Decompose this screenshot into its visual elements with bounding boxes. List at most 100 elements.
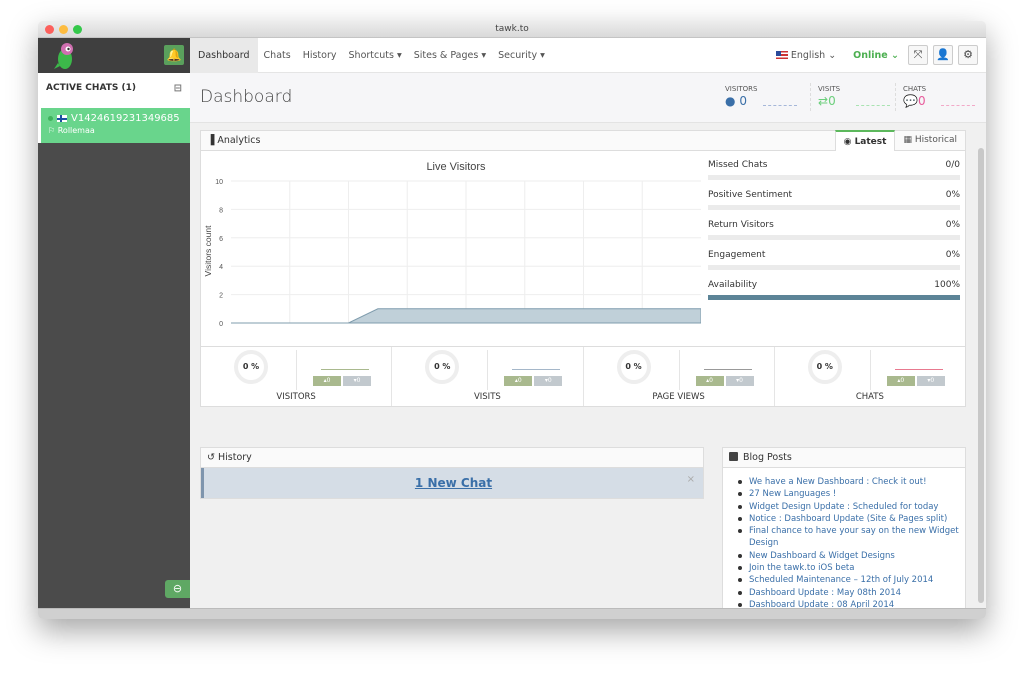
minimize-window-button[interactable]: [59, 25, 68, 34]
tab-label: Historical: [914, 135, 957, 145]
y-tick-label: 2: [219, 293, 223, 300]
metrics-list: Missed Chats 0/0 Positive Sentiment 0% R…: [708, 151, 960, 301]
scrollbar[interactable]: [978, 148, 984, 603]
percent-ring: 0 %: [234, 350, 268, 384]
y-tick-label: 8: [219, 207, 223, 214]
zoom-window-button[interactable]: [73, 25, 82, 34]
percent-ring: 0 %: [807, 350, 842, 384]
blog-post-link[interactable]: Dashboard Update : May 08th 2014: [738, 587, 965, 599]
blog-post-link[interactable]: New Dashboard & Widget Designs: [738, 550, 965, 562]
metric-value: 0/0: [945, 160, 960, 170]
language-dropdown[interactable]: English ⌄: [775, 50, 836, 61]
nav-sites-pages[interactable]: Sites & Pages ▾: [408, 38, 492, 73]
blog-post-link[interactable]: Scheduled Maintenance – 12th of July 201…: [738, 574, 965, 586]
main-area: Dashboard Chats History Shortcuts ▾ Site…: [190, 37, 986, 619]
settings-button[interactable]: ⚙: [958, 45, 978, 65]
metric-item: Positive Sentiment 0%: [708, 181, 960, 211]
decrease-badge: ▾0: [534, 376, 563, 386]
decrease-badge: ▾0: [916, 376, 945, 386]
nav-history[interactable]: History: [297, 38, 343, 73]
dashboard-icon: ◉: [843, 137, 852, 147]
summary-cell: 0 % ▴0 ▾0 VISITS: [392, 347, 584, 406]
blog-post-link[interactable]: Final chance to have your say on the new…: [738, 525, 965, 550]
user-icon: 👤: [936, 48, 950, 61]
metric-progress-bar: [708, 295, 960, 300]
active-chats-header: ACTIVE CHATS (1) ⊟: [38, 73, 190, 108]
metric-value: 100%: [934, 280, 960, 290]
stat-label: VISITORS: [725, 85, 758, 93]
chat-location: Rollemaa: [57, 126, 95, 135]
live-visitors-chart: Live Visitors Visitors count 0 2 4 6 8 10: [203, 161, 701, 328]
blog-post-link[interactable]: We have a New Dashboard : Check it out!: [738, 476, 965, 488]
metric-value: 0%: [945, 190, 960, 200]
active-chats-label: ACTIVE CHATS (1): [46, 83, 136, 93]
blog-post-link[interactable]: 27 New Languages !: [738, 488, 965, 500]
sidebar: 🔔 ACTIVE CHATS (1) ⊟ V1424619231349685 ⚐…: [38, 38, 190, 608]
page-title: Dashboard: [200, 87, 293, 107]
percent-ring: 0 %: [616, 350, 651, 384]
tab-historical[interactable]: ▦ Historical: [895, 130, 965, 151]
blog-post-link[interactable]: Widget Design Update : Scheduled for tod…: [738, 501, 965, 513]
collapse-sidebar-button[interactable]: ⊖: [165, 580, 190, 598]
gear-icon: ⚙: [963, 48, 973, 61]
summary-label: VISITS: [473, 392, 501, 402]
metric-name: Availability: [708, 280, 758, 290]
y-tick-label: 0: [219, 321, 223, 328]
blog-post-link[interactable]: Notice : Dashboard Update (Site & Pages …: [738, 513, 965, 525]
y-tick-label: 10: [215, 179, 223, 186]
comments-icon: 💬: [903, 94, 918, 108]
summary-label: VISITORS: [276, 392, 316, 402]
new-chat-link[interactable]: 1 New Chat: [415, 476, 492, 490]
notifications-bell-button[interactable]: 🔔: [164, 45, 184, 65]
sparkline: [941, 105, 975, 106]
summary-cell: 0 % ▴0 ▾0 PAGE VIEWS: [584, 347, 775, 406]
summary-cell: 0 % ▴0 ▾0 VISITORS: [201, 347, 393, 406]
metric-progress-fill: [708, 295, 960, 300]
metric-item: Engagement 0%: [708, 241, 960, 271]
stat-visits: VISITS ⇄0: [818, 85, 898, 108]
close-window-button[interactable]: [45, 25, 54, 34]
blog-post-link[interactable]: Join the tawk.to iOS beta: [738, 562, 965, 574]
nav-chats[interactable]: Chats: [258, 38, 297, 73]
tawk-logo-icon[interactable]: [50, 41, 80, 71]
chart-title: Live Visitors: [426, 161, 486, 173]
top-nav: Dashboard Chats History Shortcuts ▾ Site…: [190, 37, 986, 73]
tab-label: Latest: [854, 137, 887, 147]
online-dot-icon: [48, 116, 53, 121]
increase-badge: ▴0: [313, 376, 341, 386]
history-title: History: [218, 452, 252, 463]
fullscreen-button[interactable]: ⤧: [908, 45, 928, 65]
metric-value: 0%: [945, 250, 960, 260]
bottom-bar: [38, 608, 986, 619]
nav-shortcuts[interactable]: Shortcuts ▾: [343, 38, 408, 73]
status-dropdown[interactable]: Online ⌄: [853, 50, 899, 61]
chat-list-item[interactable]: V1424619231349685 ⚐ Rollemaa: [38, 108, 190, 143]
rss-icon: [729, 452, 738, 461]
nav-security[interactable]: Security ▾: [492, 38, 551, 73]
stat-value: 0: [917, 94, 926, 108]
metric-name: Return Visitors: [708, 220, 774, 230]
analytics-title: Analytics: [217, 135, 261, 146]
blog-posts-panel: Blog Posts We have a New Dashboard : Che…: [722, 447, 966, 619]
metric-item: Missed Chats 0/0: [708, 151, 960, 181]
app-window: tawk.to 🔔 ACTIVE CHATS (1) ⊟ V1424619231…: [38, 21, 986, 619]
nav-dashboard[interactable]: Dashboard: [190, 37, 258, 73]
blog-title: Blog Posts: [743, 452, 792, 463]
stat-visitors: VISITORS ● 0: [725, 85, 805, 108]
increase-badge: ▴0: [886, 376, 915, 386]
close-icon[interactable]: ×: [687, 474, 695, 485]
summary-cell: 0 % ▴0 ▾0 CHATS: [775, 347, 965, 406]
collapse-icon[interactable]: ⊟: [174, 83, 182, 94]
profile-button[interactable]: 👤: [933, 45, 953, 65]
finland-flag-icon: [57, 115, 67, 122]
tab-latest[interactable]: ◉ Latest: [834, 130, 896, 151]
stat-chats: CHATS 💬0: [903, 85, 983, 108]
new-chat-banner: 1 New Chat ×: [201, 468, 703, 498]
trend-line: [703, 369, 752, 370]
decrease-badge: ▾0: [725, 376, 754, 386]
summary-label: CHATS: [855, 392, 884, 402]
window-title: tawk.to: [495, 24, 529, 34]
sparkline: [856, 105, 890, 106]
sparkline: [763, 105, 797, 106]
metric-progress-bar: [708, 235, 960, 240]
